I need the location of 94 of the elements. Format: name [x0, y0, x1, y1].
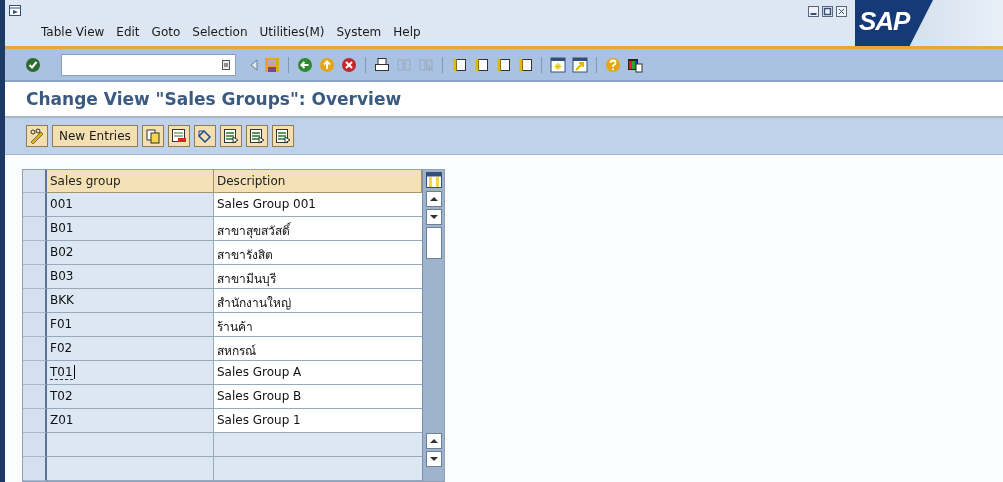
menu-item[interactable]: Table View	[41, 25, 105, 39]
page-scroll-icon[interactable]	[473, 56, 489, 73]
new-session-icon[interactable]	[550, 56, 566, 73]
delete-row-icon	[170, 128, 187, 144]
new-entries-button[interactable]: New Entries	[52, 125, 138, 147]
sales-group-value: F01	[50, 317, 73, 331]
select-block-button[interactable]	[219, 125, 242, 147]
row-selector[interactable]	[23, 409, 47, 433]
undo-change-button[interactable]	[193, 125, 216, 147]
row-selector[interactable]	[23, 265, 47, 289]
table-cell[interactable]: สาขาสุขสวัสดิ์	[214, 217, 422, 241]
delete-button[interactable]	[167, 125, 190, 147]
table-cell[interactable]: B02	[47, 241, 214, 265]
table-cell[interactable]: ร้านค้า	[214, 313, 422, 337]
row-selector[interactable]	[23, 433, 47, 457]
row-selector[interactable]	[23, 193, 47, 217]
table-cell[interactable]: Sales Group 1	[214, 409, 422, 433]
sales-group-value: Z01	[50, 413, 74, 427]
table-cell[interactable]: T02	[47, 385, 214, 409]
table-cell[interactable]: T01	[47, 361, 214, 385]
table-cell[interactable]: F02	[47, 337, 214, 361]
row-selector[interactable]	[23, 241, 47, 265]
table-cell[interactable]: สำนักงานใหญ่	[214, 289, 422, 313]
close-icon[interactable]	[836, 6, 847, 17]
select-block-button[interactable]	[271, 125, 294, 147]
back-icon[interactable]	[297, 56, 313, 73]
sales-group-value: B01	[50, 221, 74, 235]
row-selector[interactable]	[23, 313, 47, 337]
enter-icon[interactable]	[25, 56, 41, 73]
save-icon[interactable]	[264, 56, 280, 73]
sales-group-value: F02	[50, 341, 73, 355]
window-menu-icon[interactable]	[9, 5, 21, 16]
menu-item[interactable]: Edit	[116, 25, 140, 39]
menu-item[interactable]: System	[336, 25, 382, 39]
row-selector[interactable]	[23, 289, 47, 313]
sales-group-value: T02	[50, 389, 73, 403]
column-header[interactable]: Description	[214, 170, 422, 193]
list-select-icon	[248, 128, 265, 144]
column-settings-icon[interactable]	[425, 172, 442, 188]
table-cell[interactable]: สาขามีนบุรี	[214, 265, 422, 289]
scroll-thumb[interactable]	[425, 227, 442, 259]
scroll-down-icon[interactable]	[425, 451, 442, 467]
cancel-icon[interactable]	[341, 56, 357, 73]
table-cell[interactable]: Z01	[47, 409, 214, 433]
text-cursor	[73, 365, 75, 379]
select-all-cell[interactable]	[23, 170, 47, 193]
scroll-down-icon[interactable]	[425, 209, 442, 225]
row-selector[interactable]	[23, 337, 47, 361]
scroll-up-icon[interactable]	[425, 433, 442, 449]
screen-title: Change View "Sales Groups": Overview	[26, 89, 402, 109]
row-selector[interactable]	[23, 361, 47, 385]
command-field[interactable]	[61, 53, 236, 76]
table-cell[interactable]: สาขารังสิต	[214, 241, 422, 265]
table-cell[interactable]: Sales Group B	[214, 385, 422, 409]
table-cell[interactable]: B01	[47, 217, 214, 241]
page-scroll-icon[interactable]	[451, 56, 467, 73]
list-select-icon	[274, 128, 291, 144]
list-select-icon	[222, 128, 239, 144]
page-scroll-icon[interactable]	[517, 56, 533, 73]
table-cell[interactable]: 001	[47, 193, 214, 217]
copy-as-button[interactable]	[141, 125, 164, 147]
sales-group-value: B03	[50, 269, 74, 283]
table-cell[interactable]: สหกรณ์	[214, 337, 422, 361]
select-block-button[interactable]	[245, 125, 268, 147]
column-header[interactable]: Sales group	[47, 170, 214, 193]
table-cell[interactable]: Sales Group 001	[214, 193, 422, 217]
print-icon[interactable]	[374, 56, 390, 73]
sales-group-value: 001	[50, 197, 73, 211]
menu-item[interactable]: Goto	[151, 25, 181, 39]
sales-group-value: T01	[50, 365, 73, 380]
row-selector[interactable]	[23, 457, 47, 481]
sap-logo: SAP	[855, 0, 933, 46]
left-triangle-icon[interactable]	[250, 58, 258, 71]
layout-icon[interactable]	[627, 56, 643, 73]
minimize-icon[interactable]	[808, 6, 819, 17]
table-cell[interactable]: B03	[47, 265, 214, 289]
display-change-button[interactable]	[26, 125, 48, 147]
table-cell[interactable]: BKK	[47, 289, 214, 313]
table-cell[interactable]: F01	[47, 313, 214, 337]
pencil-glasses-icon	[29, 128, 45, 144]
page-scroll-icon[interactable]	[495, 56, 511, 73]
copy-icon	[144, 128, 161, 144]
table-cell[interactable]: Sales Group A	[214, 361, 422, 385]
sales-group-value: B02	[50, 245, 74, 259]
shortcut-icon[interactable]	[572, 56, 588, 73]
maximize-icon[interactable]	[822, 6, 833, 17]
row-selector[interactable]	[23, 385, 47, 409]
menu-item[interactable]: Utilities(M)	[259, 25, 325, 39]
sales-group-value: BKK	[50, 293, 74, 307]
history-icon[interactable]	[222, 59, 230, 70]
menu-item[interactable]: Selection	[192, 25, 248, 39]
scroll-up-icon[interactable]	[425, 191, 442, 207]
row-selector[interactable]	[23, 217, 47, 241]
menu-item[interactable]: Help	[393, 25, 421, 39]
